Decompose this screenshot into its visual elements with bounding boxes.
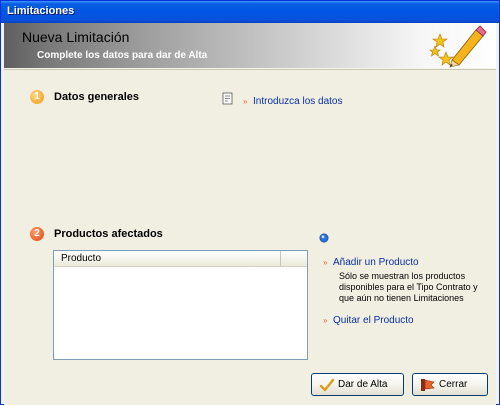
dialog-window: Limitaciones Nueva Limitación Complete l… — [0, 0, 500, 405]
bullet-arrow-icon: » — [323, 316, 328, 325]
section-productos-afectados-label: Productos afectados — [54, 228, 163, 240]
table-header: Producto — [54, 251, 307, 267]
window-title: Limitaciones — [7, 5, 75, 17]
dar-de-alta-label: Dar de Alta — [338, 379, 388, 390]
cerrar-button[interactable]: Cerrar — [412, 373, 488, 396]
banner-subtitle: Complete los datos para dar de Alta — [37, 50, 208, 61]
step-2-badge: 2 — [30, 227, 44, 241]
exit-flag-icon — [421, 379, 435, 391]
banner-title: Nueva Limitación — [22, 29, 130, 45]
stars-pencil-icon — [429, 25, 487, 68]
cerrar-label: Cerrar — [439, 379, 468, 390]
column-header-producto[interactable]: Producto — [54, 251, 281, 266]
header-banner: Nueva Limitación Complete los datos para… — [4, 23, 496, 68]
info-bubble-icon — [319, 233, 329, 243]
checkmark-icon — [319, 378, 335, 392]
productos-table[interactable]: Producto — [53, 250, 308, 360]
step-1-badge: 1 — [30, 90, 44, 104]
introduzca-datos-link[interactable]: Introduzca los datos — [253, 96, 343, 107]
title-bar[interactable]: Limitaciones — [1, 1, 499, 23]
column-header-empty — [282, 251, 307, 266]
productos-hint-text: Sólo se muestran los productos disponibl… — [339, 271, 478, 303]
dar-de-alta-button[interactable]: Dar de Alta — [311, 373, 404, 396]
anadir-producto-link[interactable]: Añadir un Producto — [333, 257, 419, 268]
form-edit-icon — [222, 92, 233, 105]
section-datos-generales-label: Datos generales — [54, 91, 139, 103]
bullet-arrow-icon: » — [243, 97, 248, 106]
quitar-producto-link[interactable]: Quitar el Producto — [333, 315, 414, 326]
bullet-arrow-icon: » — [323, 258, 328, 267]
